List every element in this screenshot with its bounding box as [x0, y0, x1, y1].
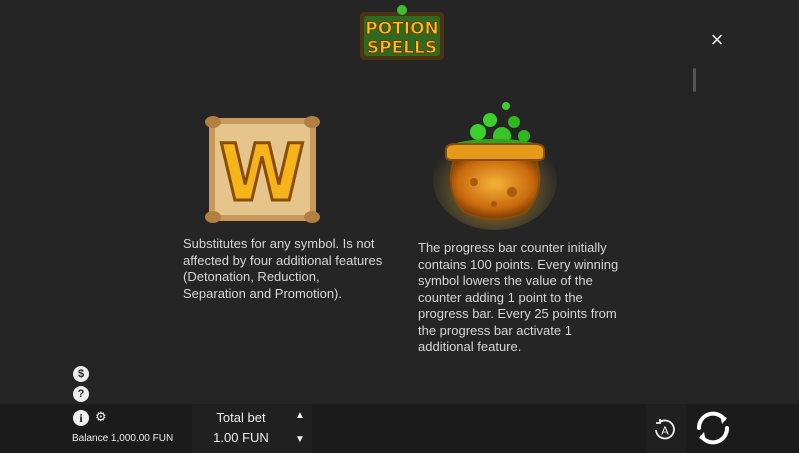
autoplay-label: A	[661, 425, 669, 438]
info-icon[interactable]: i	[73, 410, 89, 426]
balance-text: Balance 1,000.00 FUN	[72, 433, 174, 444]
logo-line2: SPELLS	[367, 38, 437, 58]
cauldron-symbol-icon	[433, 102, 557, 230]
wild-letter: W	[219, 129, 305, 219]
total-bet-value: 1.00 FUN	[213, 430, 269, 445]
scrollbar-thumb[interactable]	[693, 68, 696, 92]
total-bet-label: Total bet	[216, 410, 266, 425]
potion-spells-logo: POTION SPELLS	[360, 5, 444, 60]
logo-line1: POTION	[365, 19, 439, 39]
cauldron-description: The progress bar counter initially conta…	[418, 240, 619, 354]
autoplay-button[interactable]: A	[652, 417, 678, 443]
wild-symbol-icon: W	[205, 116, 320, 223]
bet-increase-button[interactable]: ▲	[294, 410, 306, 422]
gear-icon[interactable]: ⚙	[95, 410, 109, 424]
help-icon[interactable]: ?	[73, 386, 89, 402]
wild-description: Substitutes for any symbol. Is not affec…	[183, 236, 383, 301]
currency-icon[interactable]: $	[73, 366, 89, 382]
close-button[interactable]: ×	[706, 29, 728, 52]
spin-button[interactable]	[691, 406, 735, 450]
bet-decrease-button[interactable]: ▼	[294, 434, 306, 446]
